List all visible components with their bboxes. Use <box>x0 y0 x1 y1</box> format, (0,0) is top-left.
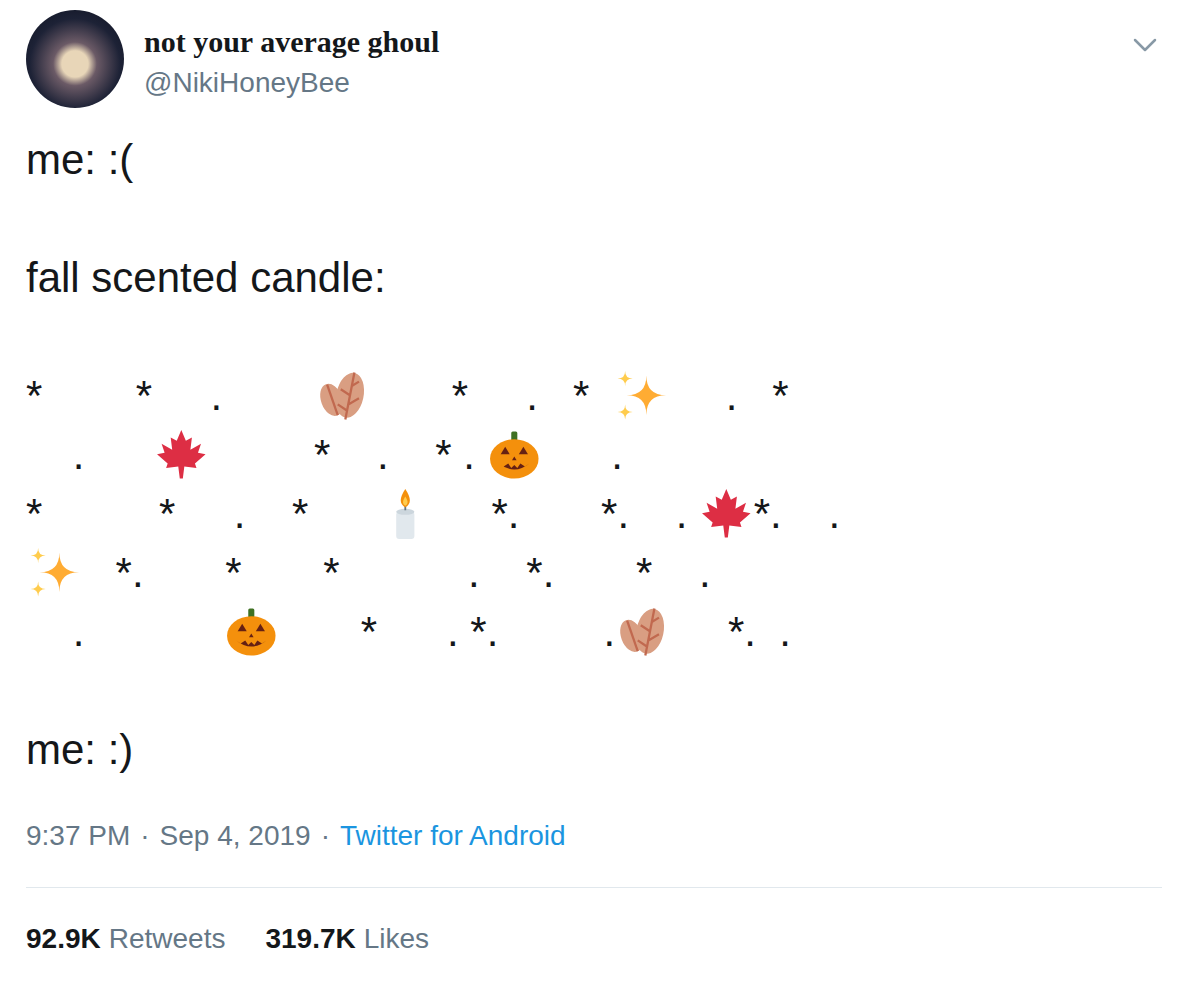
separator: · <box>321 819 330 853</box>
separator: · <box>140 819 149 853</box>
tweet: not your average ghoul @NikiHoneyBee me: :… <box>0 0 1192 982</box>
sparkles-icon <box>613 368 668 423</box>
emoji <box>378 486 433 541</box>
tweet-line: . * . * . . <box>26 425 1162 484</box>
jack-o-lantern-icon <box>224 604 279 659</box>
stat-label: Retweets <box>109 922 226 956</box>
display-name[interactable]: not your average ghoul <box>144 24 1110 60</box>
emoji <box>613 368 668 423</box>
emoji <box>315 368 370 423</box>
tweet-stats: 92.9KRetweets 319.7K Likes <box>26 887 1162 956</box>
emoji <box>615 604 670 659</box>
stat[interactable]: 92.9KRetweets <box>26 922 225 956</box>
date[interactable]: Sep 4, 2019 <box>160 819 311 853</box>
avatar[interactable] <box>26 10 124 108</box>
tweet-line: . * . *. . *. . <box>26 602 1162 661</box>
fallen-leaves-icon <box>315 368 370 423</box>
chevron-down-icon[interactable] <box>1130 30 1160 60</box>
maple-leaf-icon <box>699 486 754 541</box>
handle[interactable]: @NikiHoneyBee <box>144 66 1110 100</box>
author: not your average ghoul @NikiHoneyBee <box>144 10 1110 100</box>
sparkles-icon <box>26 545 81 600</box>
tweet-line: * * . * . * . * <box>26 366 1162 425</box>
emoji <box>154 427 209 482</box>
fallen-leaves-icon <box>615 604 670 659</box>
tweet-line: * * . * *. *. . *. . <box>26 484 1162 543</box>
stat-label: Likes <box>364 922 429 956</box>
stat-count: 92.9K <box>26 922 101 956</box>
stat[interactable]: 319.7K Likes <box>265 922 429 956</box>
emoji <box>224 604 279 659</box>
jack-o-lantern-icon <box>487 427 542 482</box>
tweet-meta: 9:37 PM · Sep 4, 2019 · Twitter for Android <box>26 819 1162 853</box>
maple-leaf-icon <box>154 427 209 482</box>
time[interactable]: 9:37 PM <box>26 819 130 853</box>
tweet-line: fall scented candle: <box>26 248 1162 307</box>
tweet-line: me: :) <box>26 720 1162 779</box>
emoji <box>699 486 754 541</box>
candle-icon <box>378 486 433 541</box>
tweet-header: not your average ghoul @NikiHoneyBee <box>26 10 1162 108</box>
source-link[interactable]: Twitter for Android <box>340 819 566 853</box>
tweet-line: me: :( <box>26 130 1162 189</box>
tweet-line: *. * * . *. * . <box>26 543 1162 602</box>
emoji <box>487 427 542 482</box>
emoji <box>26 545 81 600</box>
stat-count: 319.7K <box>265 922 355 956</box>
tweet-body: me: :( fall scented candle: * * . * . * . … <box>26 130 1162 779</box>
